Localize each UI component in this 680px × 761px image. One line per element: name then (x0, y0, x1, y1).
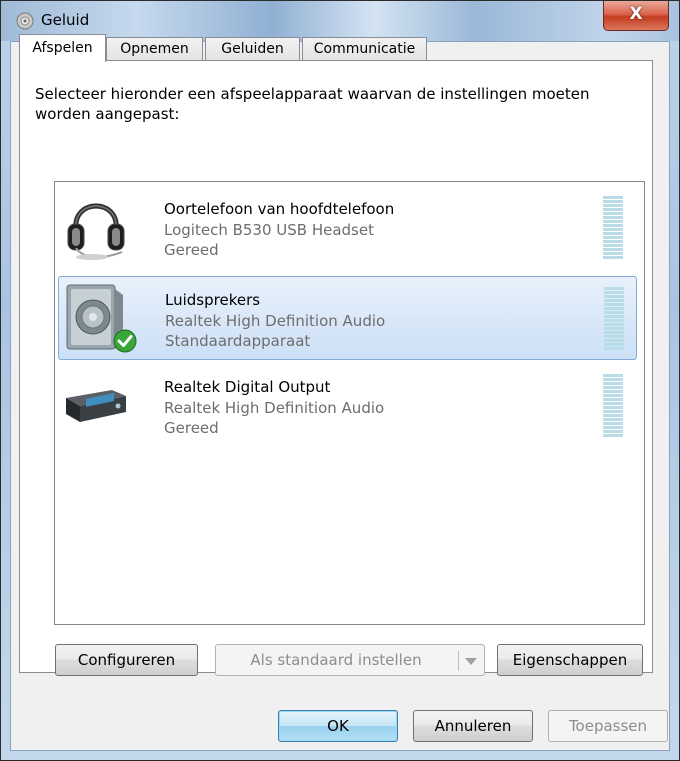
playback-device-list[interactable]: Oortelefoon van hoofdtelefoon Logitech B… (54, 181, 645, 625)
tab-afspelen[interactable]: Afspelen (19, 34, 106, 62)
device-item-digital-output[interactable]: Realtek Digital Output Realtek High Defi… (58, 364, 637, 448)
split-separator (458, 651, 459, 671)
device-description: Realtek High Definition Audio (165, 312, 386, 330)
properties-button[interactable]: Eigenschappen (497, 644, 643, 676)
sound-dialog-window: Geluid X Afspelen Opnemen Geluiden Commu… (0, 0, 680, 761)
tab-opnemen[interactable]: Opnemen (106, 37, 203, 61)
apply-button: Toepassen (548, 710, 668, 742)
device-name: Oortelefoon van hoofdtelefoon (164, 200, 395, 218)
speaker-title-icon (16, 12, 34, 30)
device-status: Standaardapparaat (165, 332, 311, 350)
green-check-icon (113, 329, 137, 353)
device-item-headset[interactable]: Oortelefoon van hoofdtelefoon Logitech B… (58, 186, 637, 270)
device-status: Gereed (164, 419, 219, 437)
volume-meter (604, 287, 624, 353)
instruction-text: Selecteer hieronder een afspeelapparaat … (35, 85, 590, 123)
cancel-button[interactable]: Annuleren (413, 710, 533, 742)
window-title: Geluid (41, 11, 90, 29)
close-icon: X (629, 4, 643, 24)
digital-output-icon (66, 390, 126, 422)
device-name: Realtek Digital Output (164, 378, 331, 396)
device-description: Logitech B530 USB Headset (164, 221, 374, 239)
configure-button[interactable]: Configureren (55, 644, 198, 676)
close-button[interactable]: X (603, 1, 669, 31)
device-item-speakers[interactable]: Luidsprekers Realtek High Definition Aud… (58, 276, 637, 360)
tab-geluiden[interactable]: Geluiden (205, 37, 300, 61)
device-status: Gereed (164, 241, 219, 259)
device-description: Realtek High Definition Audio (164, 399, 385, 417)
ok-button[interactable]: OK (278, 710, 398, 742)
headset-icon (67, 203, 125, 260)
tab-communicatie[interactable]: Communicatie (302, 37, 427, 61)
volume-meter (603, 374, 623, 440)
set-default-split-button: Als standaard instellen (215, 644, 485, 676)
chevron-down-icon (465, 658, 477, 665)
device-name: Luidsprekers (165, 291, 261, 309)
volume-meter (603, 196, 623, 262)
set-default-label: Als standaard instellen (250, 651, 422, 669)
